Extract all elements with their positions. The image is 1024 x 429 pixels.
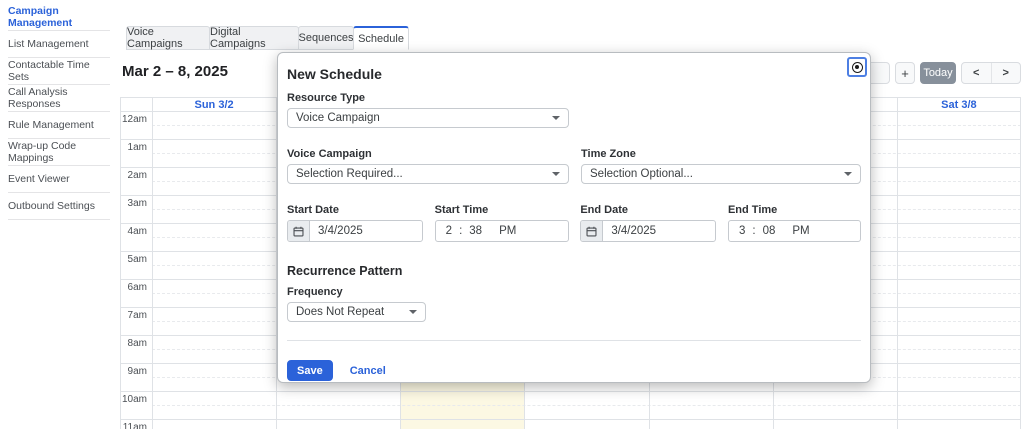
start-time-label: Start Time: [435, 204, 569, 216]
time-label: 5am: [120, 254, 147, 265]
recurrence-pattern-title: Recurrence Pattern: [287, 264, 861, 278]
today-button[interactable]: Today: [920, 62, 956, 84]
time-zone-label: Time Zone: [581, 148, 861, 160]
grid-line: [152, 97, 153, 429]
grid-line: [120, 419, 1021, 420]
next-week-button[interactable]: >: [992, 63, 1021, 83]
time-label: 6am: [120, 282, 147, 293]
end-date-field[interactable]: 3/4/2025: [580, 220, 716, 242]
chevron-down-icon: [552, 116, 560, 120]
sidebar-item-call-analysis-responses[interactable]: Call Analysis Responses: [8, 85, 110, 112]
start-date-group: Start Date 3/4/2025: [287, 194, 423, 242]
time-label: 8am: [120, 338, 147, 349]
week-nav-group: < >: [961, 62, 1021, 84]
time-zone-value: Selection Optional...: [590, 168, 693, 180]
time-colon: :: [752, 225, 755, 237]
time-colon: :: [459, 225, 462, 237]
frequency-select[interactable]: Does Not Repeat: [287, 302, 426, 322]
start-time-group: Start Time 2 : 38 PM: [435, 194, 569, 242]
grid-line: [897, 97, 898, 429]
grid-line: [120, 391, 1021, 392]
chevron-down-icon: [409, 310, 417, 314]
time-zone-select[interactable]: Selection Optional...: [581, 164, 861, 184]
end-time-group: End Time 3 : 08 PM: [728, 194, 861, 242]
end-time-label: End Time: [728, 204, 861, 216]
resource-type-select[interactable]: Voice Campaign: [287, 108, 569, 128]
day-header-sun-3-2: Sun 3/2: [152, 99, 276, 111]
start-time-field[interactable]: 2 : 38 PM: [435, 220, 569, 242]
start-date-value: 3/4/2025: [310, 225, 363, 237]
add-button[interactable]: +: [895, 62, 915, 84]
end-date-value: 3/4/2025: [603, 225, 656, 237]
resource-type-value: Voice Campaign: [296, 112, 380, 124]
time-zone-group: Time Zone Selection Optional...: [581, 138, 861, 184]
end-meridiem-input[interactable]: PM: [792, 225, 809, 237]
time-label: 9am: [120, 366, 147, 377]
day-header-sat-3-8: Sat 3/8: [897, 99, 1021, 111]
tab-schedule[interactable]: Schedule: [353, 26, 409, 50]
end-date-group: End Date 3/4/2025: [580, 194, 716, 242]
start-minute-input[interactable]: 38: [469, 225, 482, 237]
voice-campaign-select[interactable]: Selection Required...: [287, 164, 569, 184]
end-time-field[interactable]: 3 : 08 PM: [728, 220, 861, 242]
voice-campaign-group: Voice Campaign Selection Required...: [287, 138, 569, 184]
start-date-label: Start Date: [287, 204, 423, 216]
resource-type-label: Resource Type: [287, 92, 861, 104]
target-icon-circle: [852, 62, 863, 73]
time-label: 4am: [120, 226, 147, 237]
tab-bar: Voice CampaignsDigital CampaignsSequence…: [126, 26, 408, 50]
end-hour-input[interactable]: 3: [739, 225, 745, 237]
sidebar-item-list-management[interactable]: List Management: [8, 31, 110, 58]
cancel-link[interactable]: Cancel: [350, 365, 386, 377]
modal-title: New Schedule: [287, 66, 861, 82]
start-meridiem-input[interactable]: PM: [499, 225, 516, 237]
time-label: 3am: [120, 198, 147, 209]
time-label: 12am: [120, 114, 147, 125]
calendar-week-title: Mar 2 – 8, 2025: [122, 63, 228, 80]
time-label: 7am: [120, 310, 147, 321]
frequency-value: Does Not Repeat: [296, 306, 384, 318]
modal-actions: Save Cancel: [287, 360, 861, 381]
sidebar-item-outbound-settings[interactable]: Outbound Settings: [8, 193, 110, 220]
voice-campaign-value: Selection Required...: [296, 168, 403, 180]
grid-line: [120, 97, 121, 429]
prev-week-button[interactable]: <: [962, 63, 991, 83]
sidebar-item-wrap-up-code-mappings[interactable]: Wrap-up Code Mappings: [8, 139, 110, 166]
start-date-field[interactable]: 3/4/2025: [287, 220, 423, 242]
tab-digital-campaigns[interactable]: Digital Campaigns: [209, 26, 299, 50]
time-label: 10am: [120, 394, 147, 405]
target-icon-dot: [855, 65, 859, 69]
chevron-down-icon: [552, 172, 560, 176]
end-minute-input[interactable]: 08: [763, 225, 776, 237]
chevron-down-icon: [844, 172, 852, 176]
grid-line: [1020, 97, 1021, 429]
time-label: 2am: [120, 170, 147, 181]
time-label: 1am: [120, 142, 147, 153]
target-icon[interactable]: [847, 57, 867, 77]
sidebar-item-rule-management[interactable]: Rule Management: [8, 112, 110, 139]
sidebar-item-contactable-time-sets[interactable]: Contactable Time Sets: [8, 58, 110, 85]
frequency-label: Frequency: [287, 286, 861, 298]
voice-campaign-label: Voice Campaign: [287, 148, 569, 160]
divider: [287, 340, 861, 341]
save-button[interactable]: Save: [287, 360, 333, 381]
sidebar-item-event-viewer[interactable]: Event Viewer: [8, 166, 110, 193]
new-schedule-modal: New Schedule Resource Type Voice Campaig…: [277, 52, 871, 383]
calendar-icon[interactable]: [288, 221, 310, 241]
calendar-icon[interactable]: [581, 221, 603, 241]
sidebar: Campaign ManagementList ManagementContac…: [0, 0, 110, 429]
start-hour-input[interactable]: 2: [446, 225, 452, 237]
sidebar-item-campaign-management[interactable]: Campaign Management: [8, 4, 110, 31]
tab-sequences[interactable]: Sequences: [298, 26, 354, 50]
tab-voice-campaigns[interactable]: Voice Campaigns: [126, 26, 210, 50]
grid-half-hour-line: [152, 405, 1021, 406]
end-date-label: End Date: [580, 204, 716, 216]
time-label: 11am: [120, 422, 147, 429]
